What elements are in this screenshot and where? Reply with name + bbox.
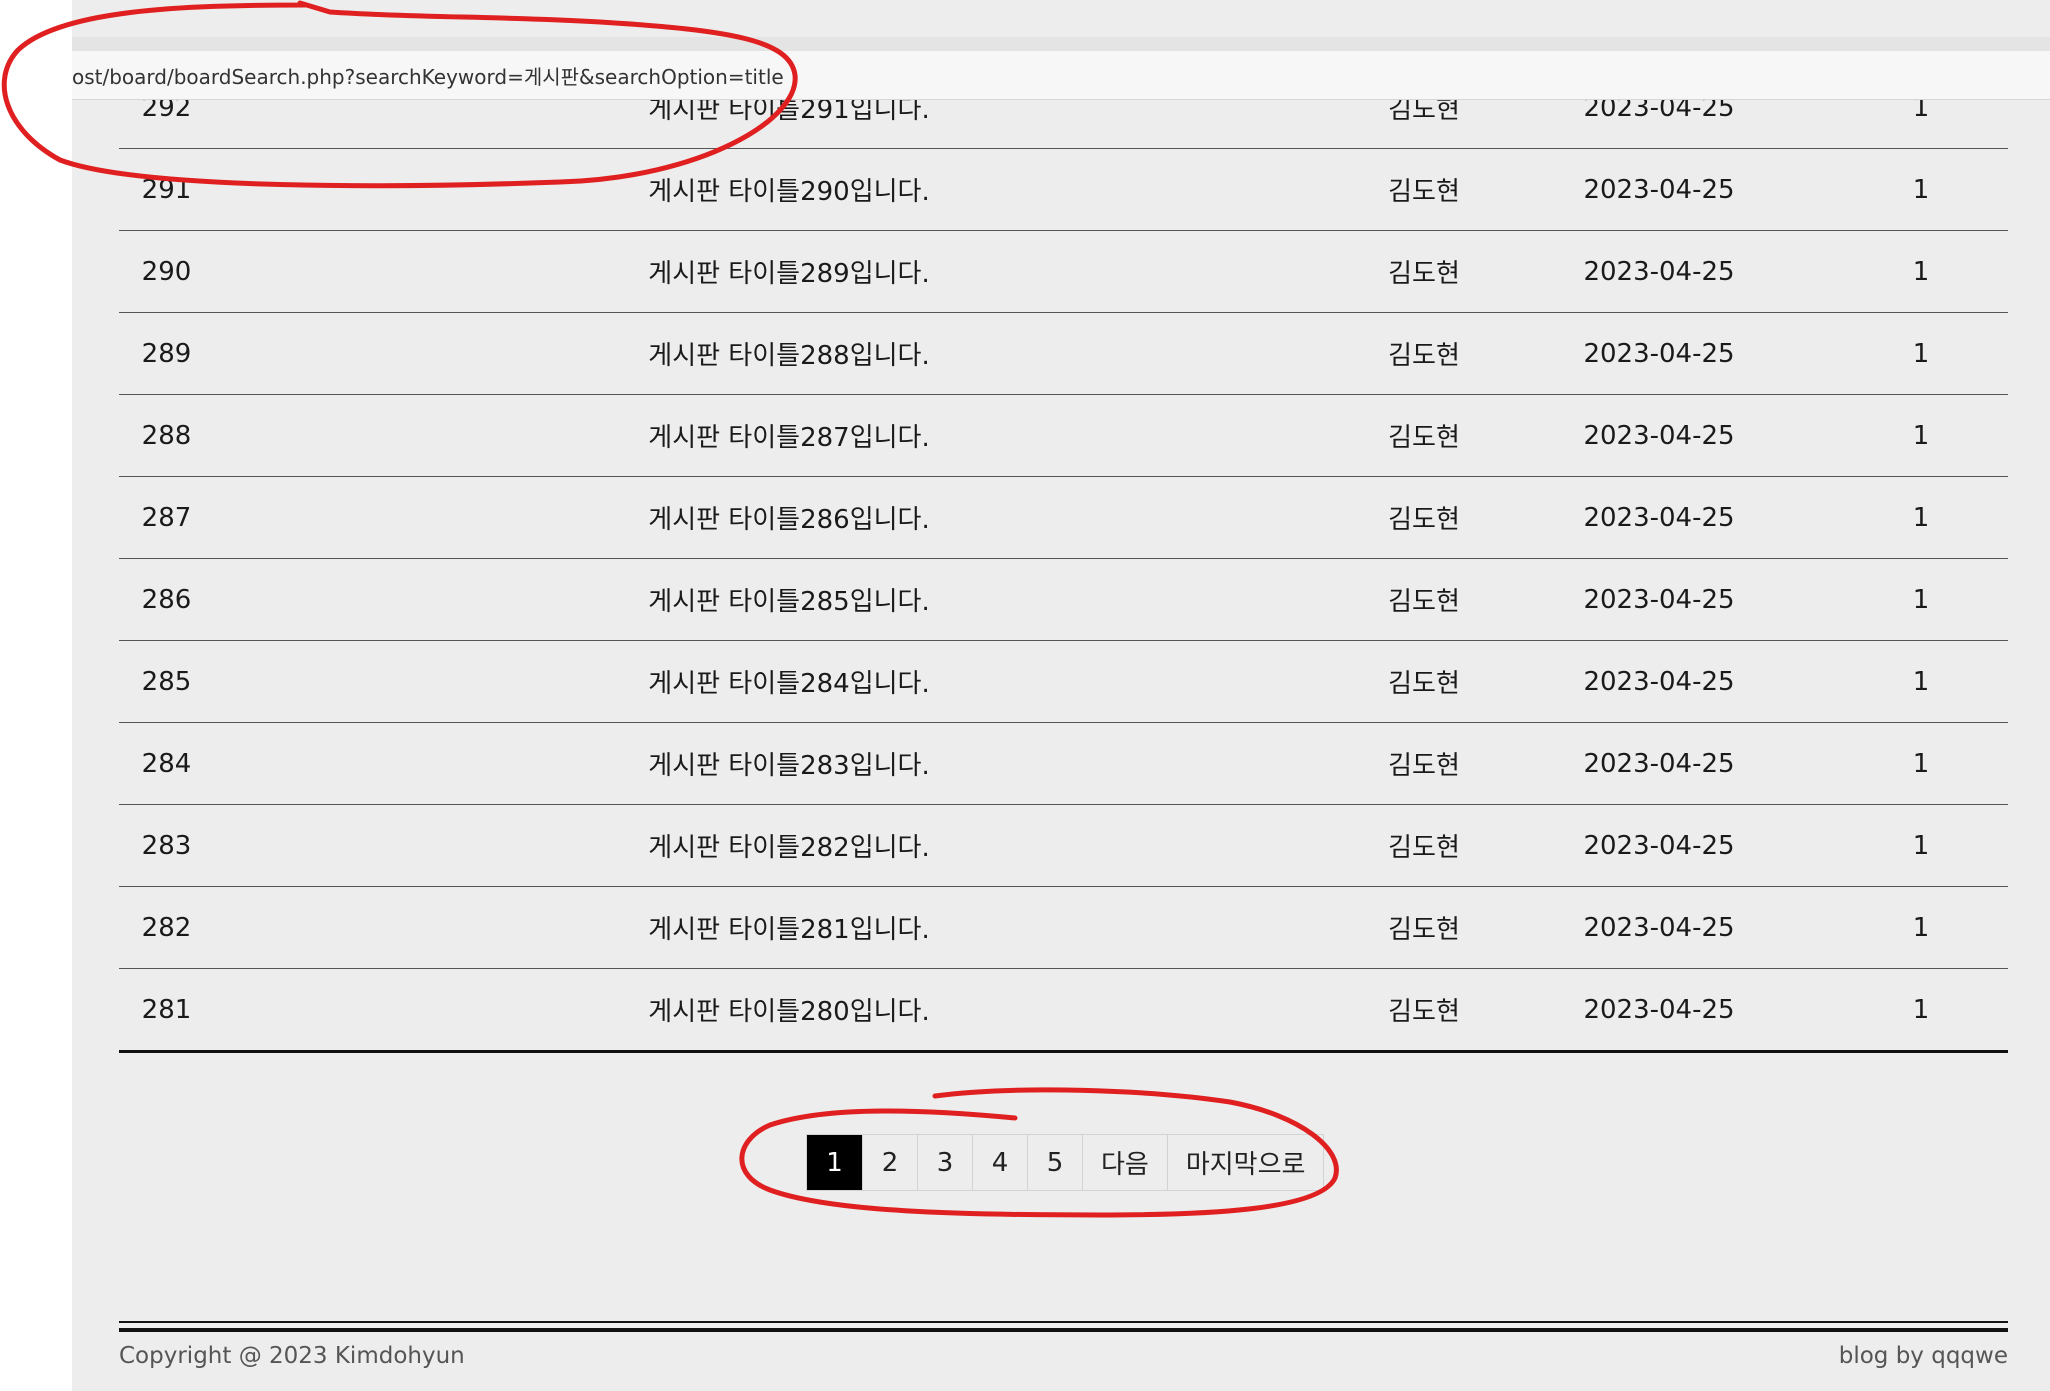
footer-copyright: Copyright @ 2023 Kimdohyun — [119, 1343, 465, 1369]
table-row[interactable]: 288 게시판 타이틀287입니다. 김도현 2023-04-25 1 — [119, 394, 2008, 477]
post-title-link[interactable]: 게시판 타이틀286입니다. — [214, 476, 1364, 559]
post-date: 2023-04-25 — [1484, 476, 1834, 559]
post-author: 김도현 — [1364, 148, 1484, 231]
post-date: 2023-04-25 — [1484, 722, 1834, 805]
table-row[interactable]: 286 게시판 타이틀285입니다. 김도현 2023-04-25 1 — [119, 558, 2008, 641]
post-number: 289 — [119, 312, 214, 395]
table-row[interactable]: 291 게시판 타이틀290입니다. 김도현 2023-04-25 1 — [119, 148, 2008, 231]
post-number: 285 — [119, 640, 214, 723]
table-row[interactable]: 290 게시판 타이틀289입니다. 김도현 2023-04-25 1 — [119, 230, 2008, 313]
post-date: 2023-04-25 — [1484, 558, 1834, 641]
post-number: 288 — [119, 394, 214, 477]
table-row[interactable]: 285 게시판 타이틀284입니다. 김도현 2023-04-25 1 — [119, 640, 2008, 723]
page-button-5[interactable]: 5 — [1027, 1135, 1082, 1190]
post-number: 283 — [119, 804, 214, 887]
post-title-link[interactable]: 게시판 타이틀287입니다. — [214, 394, 1364, 477]
post-title-link[interactable]: 게시판 타이틀284입니다. — [214, 640, 1364, 723]
post-number: 286 — [119, 558, 214, 641]
board-table: 292 게시판 타이틀291입니다. 김도현 2023-04-25 1 291 … — [119, 67, 2008, 1053]
page-button-3[interactable]: 3 — [917, 1135, 972, 1190]
post-author: 김도현 — [1364, 476, 1484, 559]
post-date: 2023-04-25 — [1484, 804, 1834, 887]
post-views: 1 — [1834, 886, 2008, 969]
post-number: 282 — [119, 886, 214, 969]
page-button-2[interactable]: 2 — [862, 1135, 917, 1190]
post-views: 1 — [1834, 968, 2008, 1053]
post-number: 287 — [119, 476, 214, 559]
post-author: 김도현 — [1364, 886, 1484, 969]
post-date: 2023-04-25 — [1484, 968, 1834, 1053]
table-row[interactable]: 287 게시판 타이틀286입니다. 김도현 2023-04-25 1 — [119, 476, 2008, 559]
post-author: 김도현 — [1364, 722, 1484, 805]
page-button-1[interactable]: 1 — [807, 1135, 862, 1190]
table-row[interactable]: 283 게시판 타이틀282입니다. 김도현 2023-04-25 1 — [119, 804, 2008, 887]
footer-divider — [119, 1321, 2008, 1323]
table-row[interactable]: 282 게시판 타이틀281입니다. 김도현 2023-04-25 1 — [119, 886, 2008, 969]
post-number: 290 — [119, 230, 214, 313]
post-views: 1 — [1834, 148, 2008, 231]
post-number: 291 — [119, 148, 214, 231]
post-views: 1 — [1834, 640, 2008, 723]
post-title-link[interactable]: 게시판 타이틀282입니다. — [214, 804, 1364, 887]
post-author: 김도현 — [1364, 968, 1484, 1053]
post-date: 2023-04-25 — [1484, 394, 1834, 477]
left-margin — [0, 0, 72, 1391]
post-author: 김도현 — [1364, 312, 1484, 395]
post-date: 2023-04-25 — [1484, 886, 1834, 969]
next-page-button[interactable]: 다음 — [1082, 1135, 1167, 1190]
post-number: 284 — [119, 722, 214, 805]
post-views: 1 — [1834, 476, 2008, 559]
footer-credit: blog by qqqwe — [1838, 1343, 2008, 1369]
post-views: 1 — [1834, 722, 2008, 805]
address-bar[interactable]: ost/board/boardSearch.php?searchKeyword=… — [72, 51, 2050, 100]
post-title-link[interactable]: 게시판 타이틀283입니다. — [214, 722, 1364, 805]
post-author: 김도현 — [1364, 804, 1484, 887]
post-views: 1 — [1834, 394, 2008, 477]
page-button-4[interactable]: 4 — [972, 1135, 1027, 1190]
post-views: 1 — [1834, 230, 2008, 313]
post-views: 1 — [1834, 312, 2008, 395]
table-row[interactable]: 289 게시판 타이틀288입니다. 김도현 2023-04-25 1 — [119, 312, 2008, 395]
post-views: 1 — [1834, 804, 2008, 887]
post-title-link[interactable]: 게시판 타이틀280입니다. — [214, 968, 1364, 1053]
post-date: 2023-04-25 — [1484, 312, 1834, 395]
browser-tab-strip — [72, 37, 2050, 51]
post-number: 281 — [119, 968, 214, 1053]
post-date: 2023-04-25 — [1484, 640, 1834, 723]
post-author: 김도현 — [1364, 230, 1484, 313]
post-views: 1 — [1834, 558, 2008, 641]
table-row[interactable]: 284 게시판 타이틀283입니다. 김도현 2023-04-25 1 — [119, 722, 2008, 805]
table-row[interactable]: 281 게시판 타이틀280입니다. 김도현 2023-04-25 1 — [119, 968, 2008, 1053]
last-page-button[interactable]: 마지막으로 — [1166, 1135, 1324, 1190]
post-title-link[interactable]: 게시판 타이틀288입니다. — [214, 312, 1364, 395]
post-author: 김도현 — [1364, 558, 1484, 641]
footer-divider-thick — [119, 1328, 2008, 1332]
post-title-link[interactable]: 게시판 타이틀289입니다. — [214, 230, 1364, 313]
post-date: 2023-04-25 — [1484, 230, 1834, 313]
pagination: 1 2 3 4 5 다음 마지막으로 — [806, 1134, 1325, 1191]
post-title-link[interactable]: 게시판 타이틀285입니다. — [214, 558, 1364, 641]
post-date: 2023-04-25 — [1484, 148, 1834, 231]
post-title-link[interactable]: 게시판 타이틀290입니다. — [214, 148, 1364, 231]
post-author: 김도현 — [1364, 394, 1484, 477]
address-url[interactable]: ost/board/boardSearch.php?searchKeyword=… — [72, 61, 784, 90]
post-author: 김도현 — [1364, 640, 1484, 723]
post-title-link[interactable]: 게시판 타이틀281입니다. — [214, 886, 1364, 969]
